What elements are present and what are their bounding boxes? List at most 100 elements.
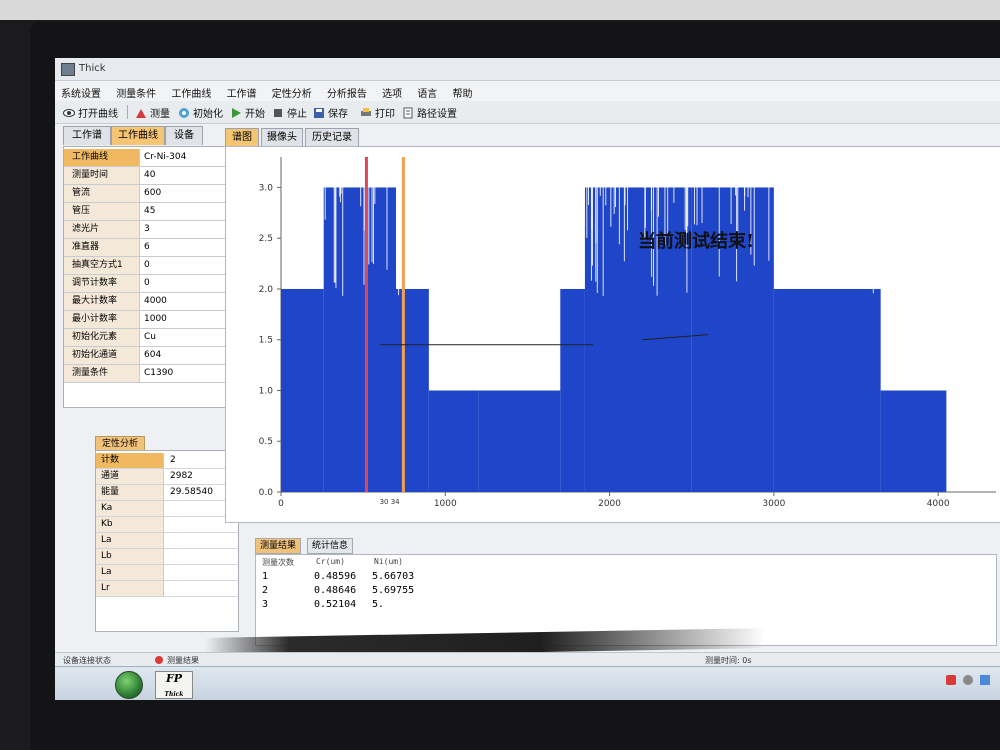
- tab-work-curve[interactable]: 工作曲线: [111, 126, 165, 145]
- param-label: 最小计数率: [64, 311, 140, 328]
- fp-app-icon[interactable]: FP Thick: [155, 671, 193, 699]
- param-value: 3: [144, 224, 150, 234]
- qualitative-value: 2: [170, 455, 176, 465]
- qualitative-row[interactable]: 能量 29.58540: [96, 485, 238, 501]
- param-value: 600: [144, 188, 162, 198]
- qualitative-row[interactable]: Kb: [96, 517, 238, 533]
- app-icon: [61, 63, 75, 76]
- qualitative-row[interactable]: Lr: [96, 581, 238, 597]
- qualitative-row[interactable]: Ka: [96, 501, 238, 517]
- toolbar-separator: [127, 105, 128, 119]
- tab-camera[interactable]: 摄像头: [261, 128, 303, 147]
- table-row[interactable]: 3 0.52104 5.: [256, 599, 486, 613]
- tab-statistics[interactable]: 统计信息: [307, 538, 354, 554]
- measure-button[interactable]: 测量: [135, 105, 170, 120]
- app-screen: Thick 系统设置 测量条件 工作曲线 工作谱 定性分析 分析报告 选项 语言…: [55, 58, 1000, 700]
- qualitative-row[interactable]: 通道 2982: [96, 469, 238, 485]
- param-value: 0: [144, 260, 150, 270]
- qualitative-row[interactable]: La: [96, 533, 238, 549]
- tab-device[interactable]: 设备: [165, 126, 203, 145]
- x-tick-label: 1000: [434, 499, 457, 509]
- param-label: 测量时间: [64, 167, 140, 184]
- param-row[interactable]: 抽真空方式1 0: [64, 257, 240, 275]
- ni-value: 5.66703: [372, 571, 415, 582]
- status-indicator-icon: [155, 656, 163, 664]
- save-icon: [314, 107, 324, 118]
- table-row[interactable]: 1 0.48596 5.66703: [256, 571, 486, 585]
- qualitative-row[interactable]: 计数 2: [96, 453, 238, 469]
- open-curve-button[interactable]: 打开曲线: [63, 105, 118, 120]
- play-icon: [232, 107, 241, 118]
- path-settings-button[interactable]: 路径设置: [402, 105, 457, 120]
- measure-icon: [136, 108, 146, 118]
- qualitative-row[interactable]: La: [96, 565, 238, 581]
- save-button[interactable]: 保存: [313, 105, 348, 120]
- param-row[interactable]: 管流 600: [64, 185, 240, 203]
- param-label: 测量条件: [64, 365, 140, 382]
- param-value: 45: [144, 206, 156, 216]
- document-icon: [403, 107, 413, 118]
- param-row[interactable]: 调节计数率 0: [64, 275, 240, 293]
- title-bar: Thick: [55, 58, 1000, 81]
- taskbar: FP Thick: [55, 666, 1000, 700]
- stop-button[interactable]: 停止: [272, 105, 307, 120]
- row-index: 2: [262, 585, 269, 596]
- cr-value: 0.52104: [314, 599, 357, 610]
- cursor-label: 30 34: [380, 498, 401, 506]
- system-tray[interactable]: [946, 675, 990, 688]
- table-row[interactable]: 2 0.48646 5.69755: [256, 585, 486, 599]
- param-value: Cr-Ni-304: [144, 152, 187, 162]
- param-row[interactable]: 管压 45: [64, 203, 240, 221]
- y-tick-label: 2.5: [259, 234, 273, 244]
- status-connection: 设备连接状态: [63, 656, 111, 665]
- param-row[interactable]: 最小计数率 1000: [64, 311, 240, 329]
- param-row[interactable]: 测量时间 40: [64, 167, 240, 185]
- row-index: 1: [262, 571, 269, 582]
- ime-icon[interactable]: [946, 675, 957, 685]
- param-row[interactable]: 工作曲线 Cr-Ni-304: [64, 149, 240, 167]
- status-result: 测量结果: [167, 656, 199, 665]
- chart-tabs: 谱图 摄像头 历史记录: [225, 128, 425, 147]
- param-value: Cu: [144, 332, 156, 342]
- param-value: 40: [144, 170, 156, 180]
- tray-icon[interactable]: [963, 675, 974, 685]
- qualitative-label: 能量: [96, 485, 164, 500]
- param-label: 调节计数率: [64, 275, 140, 292]
- initialize-button[interactable]: 初始化: [178, 105, 223, 120]
- param-row[interactable]: 最大计数率 4000: [64, 293, 240, 311]
- qualitative-value: 2982: [170, 471, 193, 481]
- row-index: 3: [262, 599, 269, 610]
- param-label: 工作曲线: [64, 149, 140, 166]
- qualitative-row[interactable]: Lb: [96, 549, 238, 565]
- start-button[interactable]: 开始: [230, 105, 265, 120]
- ni-value: 5.: [372, 599, 385, 610]
- param-row[interactable]: 初始化元素 Cu: [64, 329, 240, 347]
- spectrum-chart[interactable]: 0.0 0.5 1.0 1.5 2.0 2.5 3.0 0 1000 2000 3000 4000 当前…: [225, 146, 1000, 523]
- tab-history[interactable]: 历史记录: [305, 128, 359, 147]
- cr-value: 0.48596: [314, 571, 357, 582]
- spectrum-plot[interactable]: 0.0 0.5 1.0 1.5 2.0 2.5 3.0 0 1000 2000 3000 4000 当前…: [226, 147, 1000, 522]
- tab-work-spectrum[interactable]: 工作谱: [63, 126, 111, 145]
- param-row[interactable]: 初始化通道 604: [64, 347, 240, 365]
- parameter-table: 工作曲线 Cr-Ni-304 测量时间 40 管流 600 管压 45 滤光片 3 准直器 6 抽真空方…: [63, 146, 241, 408]
- param-label: 抽真空方式1: [64, 257, 140, 274]
- param-row[interactable]: 滤光片 3: [64, 221, 240, 239]
- y-tick-label: 1.0: [259, 386, 274, 396]
- column-header-ni: Ni(um): [374, 557, 403, 566]
- qualitative-label: Ka: [96, 501, 164, 516]
- column-header-count: 测量次数: [262, 558, 294, 567]
- start-button[interactable]: [115, 671, 143, 699]
- param-label: 初始化元素: [64, 329, 140, 346]
- param-row[interactable]: 准直器 6: [64, 239, 240, 257]
- param-row[interactable]: 测量条件 C1390: [64, 365, 240, 383]
- print-button[interactable]: 打印: [360, 105, 395, 120]
- tab-measurement-results[interactable]: 测量结果: [255, 538, 302, 554]
- toolbar: 打开曲线 测量 初始化 开始 停止 保存 打印 路径设置: [55, 101, 1000, 124]
- spectrum-bar: [880, 390, 947, 492]
- result-tabs: 测量结果 统计信息: [255, 538, 555, 554]
- tab-spectrum[interactable]: 谱图: [225, 128, 259, 147]
- x-tick-label: 3000: [762, 499, 785, 509]
- status-bar: 设备连接状态 测量结果 测量时间: 0s: [55, 652, 1000, 667]
- network-icon[interactable]: [980, 675, 990, 685]
- param-value: 1000: [144, 314, 167, 324]
